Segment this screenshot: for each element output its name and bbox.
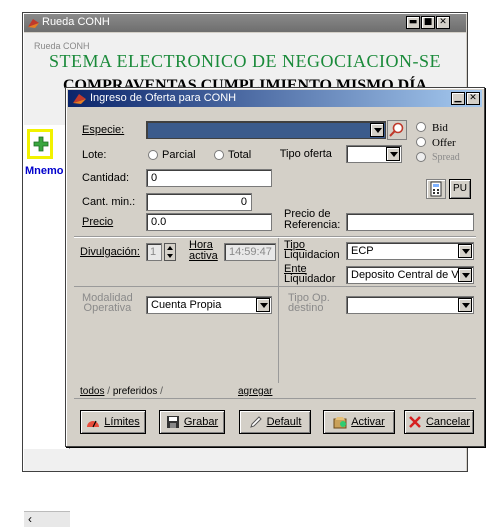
chevron-down-icon[interactable] <box>458 268 472 282</box>
cantidad-label: Cantidad: <box>82 172 130 184</box>
cant-min-input[interactable]: 0 <box>146 193 252 211</box>
chevron-down-icon[interactable] <box>458 298 472 312</box>
spread-label: Spread <box>432 152 460 163</box>
add-offer-button[interactable] <box>27 129 53 159</box>
hora-activa-input[interactable]: 14:59:47 <box>224 243 276 261</box>
divulgacion-spinner[interactable] <box>164 243 176 261</box>
chevron-down-icon[interactable] <box>256 298 270 312</box>
especie-label: Especie: <box>82 124 125 136</box>
modalidad-operativa-label: Modalidad Operativa <box>82 292 133 314</box>
dialog-title: Ingreso de Oferta para CONH <box>90 92 237 104</box>
precio-input[interactable]: 0.0 <box>146 213 272 231</box>
bid-label: Bid <box>432 122 448 134</box>
pencil-icon <box>249 416 262 428</box>
ente-liquidador-select[interactable]: Deposito Central de V <box>346 266 474 284</box>
calculator-icon <box>430 181 442 197</box>
left-panel: Mnemo ‹ <box>24 125 70 527</box>
spread-radio[interactable] <box>416 152 426 162</box>
vertical-separator <box>278 238 279 383</box>
maximize-button[interactable]: ■ <box>421 16 435 29</box>
dialog-close-button[interactable]: ✕ <box>466 92 480 105</box>
precio-label: Precio <box>82 216 114 228</box>
total-label: Total <box>228 149 252 161</box>
speedometer-icon <box>87 420 100 428</box>
cantidad-input[interactable]: 0 <box>146 169 272 187</box>
package-icon <box>333 417 347 429</box>
limites-button[interactable]: Límites <box>80 410 146 434</box>
tipo-op-destino-label: Tipo Op. destino <box>288 292 330 314</box>
main-window-titlebar[interactable]: Rueda CONH ▬ ■ ✕ <box>24 14 466 32</box>
lote-label: Lote: <box>82 149 107 161</box>
divulgacion-label: Divulgación: <box>80 246 140 258</box>
precio-referencia-label: Precio de Referencia: <box>284 208 341 231</box>
search-icon <box>389 122 404 137</box>
close-button[interactable]: ✕ <box>436 16 450 29</box>
offer-label: Offer <box>432 137 456 149</box>
cant-min-label: Cant. min.: <box>82 196 136 208</box>
total-radio[interactable] <box>214 150 224 160</box>
grabar-button[interactable]: Grabar <box>159 410 225 434</box>
parcial-radio[interactable] <box>148 150 158 160</box>
tipo-op-destino-select[interactable] <box>346 296 474 314</box>
separator-2 <box>74 286 476 287</box>
header-ghost-title: Rueda CONH <box>34 41 90 51</box>
hora-activa-label: Hora activa <box>189 239 218 262</box>
cancel-x-icon <box>409 416 421 428</box>
agregar-link[interactable]: agregar <box>238 386 272 397</box>
minimize-button[interactable]: ▬ <box>406 16 420 29</box>
offer-dialog: Ingreso de Oferta para CONH ▁ ✕ Especie:… <box>65 87 485 447</box>
pu-button[interactable]: PU <box>449 179 471 199</box>
scroll-left-icon[interactable]: ‹ <box>28 512 32 526</box>
tab-preferidos[interactable]: preferidos <box>113 386 157 397</box>
search-button[interactable] <box>387 120 407 140</box>
default-button[interactable]: Default <box>239 410 311 434</box>
dialog-app-icon <box>73 94 86 104</box>
tipo-oferta-label: TTipo oferta <box>279 148 332 160</box>
activar-button[interactable]: Activar <box>323 410 395 434</box>
ente-liquidador-label: Ente Liquidador <box>284 263 336 285</box>
cancelar-button[interactable]: Cancelar <box>404 410 474 434</box>
chevron-down-icon[interactable] <box>458 244 472 258</box>
parcial-label: Parcial <box>162 149 196 161</box>
dialog-titlebar[interactable]: Ingreso de Oferta para CONH ▁ ✕ <box>68 90 482 107</box>
separator-3 <box>74 398 476 399</box>
tipo-liquidacion-label: Tipo Liquidacion <box>284 239 340 261</box>
bid-radio[interactable] <box>416 122 426 132</box>
tipo-liquidacion-select[interactable]: ECP <box>346 242 474 260</box>
divulgacion-input[interactable]: 1 <box>146 243 162 261</box>
tab-strip: todos / preferidos / <box>80 386 163 397</box>
calculator-button[interactable] <box>426 179 446 199</box>
app-icon <box>28 19 39 28</box>
offer-radio[interactable] <box>416 137 426 147</box>
tipo-oferta-select[interactable] <box>346 145 402 163</box>
especie-combo[interactable] <box>146 121 386 139</box>
system-title: STEMA ELECTRONICO DE NEGOCIACION-SE <box>49 51 441 71</box>
precio-referencia-input[interactable] <box>346 213 474 231</box>
separator-highlight <box>74 237 476 238</box>
tab-todos[interactable]: todos <box>80 386 104 397</box>
chevron-down-icon[interactable] <box>370 123 384 137</box>
save-icon <box>166 416 179 429</box>
horizontal-scrollbar[interactable]: ‹ <box>24 511 70 527</box>
chevron-down-icon[interactable] <box>386 147 400 161</box>
plus-icon <box>33 136 49 152</box>
modalidad-operativa-select[interactable]: Cuenta Propia <box>146 296 272 314</box>
main-window-title: Rueda CONH <box>42 16 110 28</box>
spinner-icon <box>167 246 173 258</box>
mnemonic-column-header: Mnemo <box>25 165 64 177</box>
dialog-minimize-button[interactable]: ▁ <box>451 92 465 105</box>
